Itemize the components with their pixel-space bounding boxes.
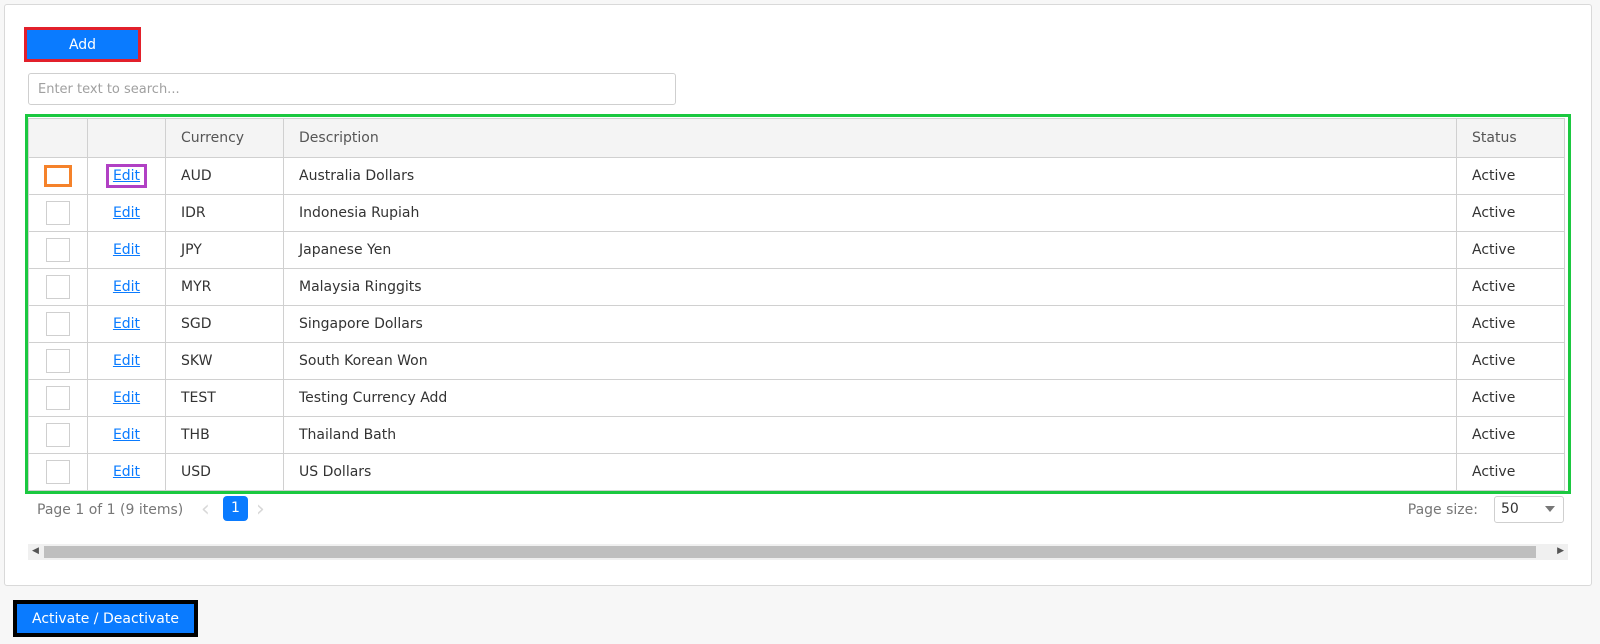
currency-cell: IDR bbox=[165, 194, 284, 232]
edit-cell: Edit bbox=[87, 305, 166, 343]
activate-button-highlight: Activate / Deactivate bbox=[13, 600, 198, 637]
select-cell bbox=[28, 342, 88, 380]
grid-header-row: Currency Description Status bbox=[28, 118, 1565, 158]
description-cell: Malaysia Ringgits bbox=[283, 268, 1457, 306]
currency-cell: AUD bbox=[165, 157, 284, 195]
edit-cell: Edit bbox=[87, 268, 166, 306]
status-cell: Active bbox=[1456, 268, 1565, 306]
select-cell bbox=[28, 231, 88, 269]
column-header-edit bbox=[87, 118, 166, 158]
description-cell: Japanese Yen bbox=[283, 231, 1457, 269]
status-cell: Active bbox=[1456, 194, 1565, 232]
page-button-1[interactable]: 1 bbox=[223, 496, 248, 521]
column-header-select bbox=[28, 118, 88, 158]
table-row: Edit THB Thailand Bath Active bbox=[28, 416, 1565, 454]
activate-deactivate-button[interactable]: Activate / Deactivate bbox=[17, 604, 194, 633]
status-cell: Active bbox=[1456, 342, 1565, 380]
add-button[interactable]: Add bbox=[27, 30, 138, 59]
description-cell: US Dollars bbox=[283, 453, 1457, 491]
currency-cell: TEST bbox=[165, 379, 284, 417]
edit-link[interactable]: Edit bbox=[113, 316, 140, 332]
currency-cell: JPY bbox=[165, 231, 284, 269]
edit-cell: Edit bbox=[87, 379, 166, 417]
scrollbar-thumb[interactable] bbox=[44, 546, 1536, 558]
description-cell: Testing Currency Add bbox=[283, 379, 1457, 417]
column-header-currency[interactable]: Currency bbox=[165, 118, 284, 158]
edit-link[interactable]: Edit bbox=[113, 464, 140, 480]
table-row: Edit MYR Malaysia Ringgits Active bbox=[28, 268, 1565, 306]
grid-body: Edit AUD Australia Dollars Active Edit IDR Ind… bbox=[28, 157, 1565, 491]
edit-cell: Edit bbox=[87, 453, 166, 491]
edit-link[interactable]: Edit bbox=[113, 242, 140, 258]
table-row: Edit SKW South Korean Won Active bbox=[28, 342, 1565, 380]
status-cell: Active bbox=[1456, 305, 1565, 343]
row-checkbox[interactable] bbox=[46, 312, 70, 336]
scroll-left-icon[interactable]: ◀ bbox=[32, 546, 39, 556]
currency-cell: THB bbox=[165, 416, 284, 454]
description-cell: South Korean Won bbox=[283, 342, 1457, 380]
edit-link[interactable]: Edit bbox=[113, 279, 140, 295]
description-cell: Thailand Bath bbox=[283, 416, 1457, 454]
edit-link[interactable]: Edit bbox=[113, 205, 140, 221]
status-cell: Active bbox=[1456, 453, 1565, 491]
description-cell: Australia Dollars bbox=[283, 157, 1457, 195]
edit-link[interactable]: Edit bbox=[105, 164, 148, 188]
currency-cell: MYR bbox=[165, 268, 284, 306]
status-cell: Active bbox=[1456, 416, 1565, 454]
pager: Page 1 of 1 (9 items) ‹ 1 › Page size: 5… bbox=[28, 496, 1564, 526]
status-cell: Active bbox=[1456, 157, 1565, 195]
row-checkbox[interactable] bbox=[46, 349, 70, 373]
edit-link[interactable]: Edit bbox=[113, 427, 140, 443]
row-checkbox[interactable] bbox=[46, 201, 70, 225]
edit-cell: Edit bbox=[87, 157, 166, 195]
row-checkbox[interactable] bbox=[46, 386, 70, 410]
currency-cell: USD bbox=[165, 453, 284, 491]
status-cell: Active bbox=[1456, 231, 1565, 269]
row-checkbox[interactable] bbox=[46, 423, 70, 447]
scroll-right-icon[interactable]: ▶ bbox=[1557, 546, 1564, 556]
table-row: Edit AUD Australia Dollars Active bbox=[28, 157, 1565, 195]
page-size-select[interactable]: 50 bbox=[1494, 496, 1564, 523]
table-row: Edit TEST Testing Currency Add Active bbox=[28, 379, 1565, 417]
table-row: Edit SGD Singapore Dollars Active bbox=[28, 305, 1565, 343]
edit-cell: Edit bbox=[87, 342, 166, 380]
column-header-status[interactable]: Status bbox=[1456, 118, 1565, 158]
currency-grid: Currency Description Status Edit AUD Austr… bbox=[28, 118, 1565, 491]
page-size-value: 50 bbox=[1501, 501, 1519, 517]
table-row: Edit JPY Japanese Yen Active bbox=[28, 231, 1565, 269]
select-cell bbox=[28, 268, 88, 306]
prev-page-icon[interactable]: ‹ bbox=[201, 497, 210, 522]
select-cell bbox=[28, 416, 88, 454]
search-input[interactable] bbox=[28, 73, 676, 105]
edit-link[interactable]: Edit bbox=[113, 353, 140, 369]
row-checkbox[interactable] bbox=[44, 165, 72, 187]
currency-cell: SKW bbox=[165, 342, 284, 380]
status-cell: Active bbox=[1456, 379, 1565, 417]
edit-cell: Edit bbox=[87, 231, 166, 269]
currency-cell: SGD bbox=[165, 305, 284, 343]
edit-cell: Edit bbox=[87, 194, 166, 232]
row-checkbox[interactable] bbox=[46, 238, 70, 262]
add-button-highlight: Add bbox=[24, 27, 141, 62]
table-row: Edit USD US Dollars Active bbox=[28, 453, 1565, 491]
select-cell bbox=[28, 157, 88, 195]
edit-cell: Edit bbox=[87, 416, 166, 454]
chevron-down-icon bbox=[1545, 506, 1555, 512]
row-checkbox[interactable] bbox=[46, 275, 70, 299]
edit-link[interactable]: Edit bbox=[113, 390, 140, 406]
select-cell bbox=[28, 379, 88, 417]
description-cell: Indonesia Rupiah bbox=[283, 194, 1457, 232]
pager-summary: Page 1 of 1 (9 items) bbox=[37, 502, 184, 518]
column-header-description[interactable]: Description bbox=[283, 118, 1457, 158]
table-row: Edit IDR Indonesia Rupiah Active bbox=[28, 194, 1565, 232]
description-cell: Singapore Dollars bbox=[283, 305, 1457, 343]
select-cell bbox=[28, 453, 88, 491]
next-page-icon[interactable]: › bbox=[256, 497, 265, 522]
select-cell bbox=[28, 305, 88, 343]
horizontal-scrollbar[interactable]: ◀ ▶ bbox=[28, 544, 1568, 560]
page-size-label: Page size: bbox=[1407, 502, 1478, 518]
select-cell bbox=[28, 194, 88, 232]
row-checkbox[interactable] bbox=[46, 460, 70, 484]
